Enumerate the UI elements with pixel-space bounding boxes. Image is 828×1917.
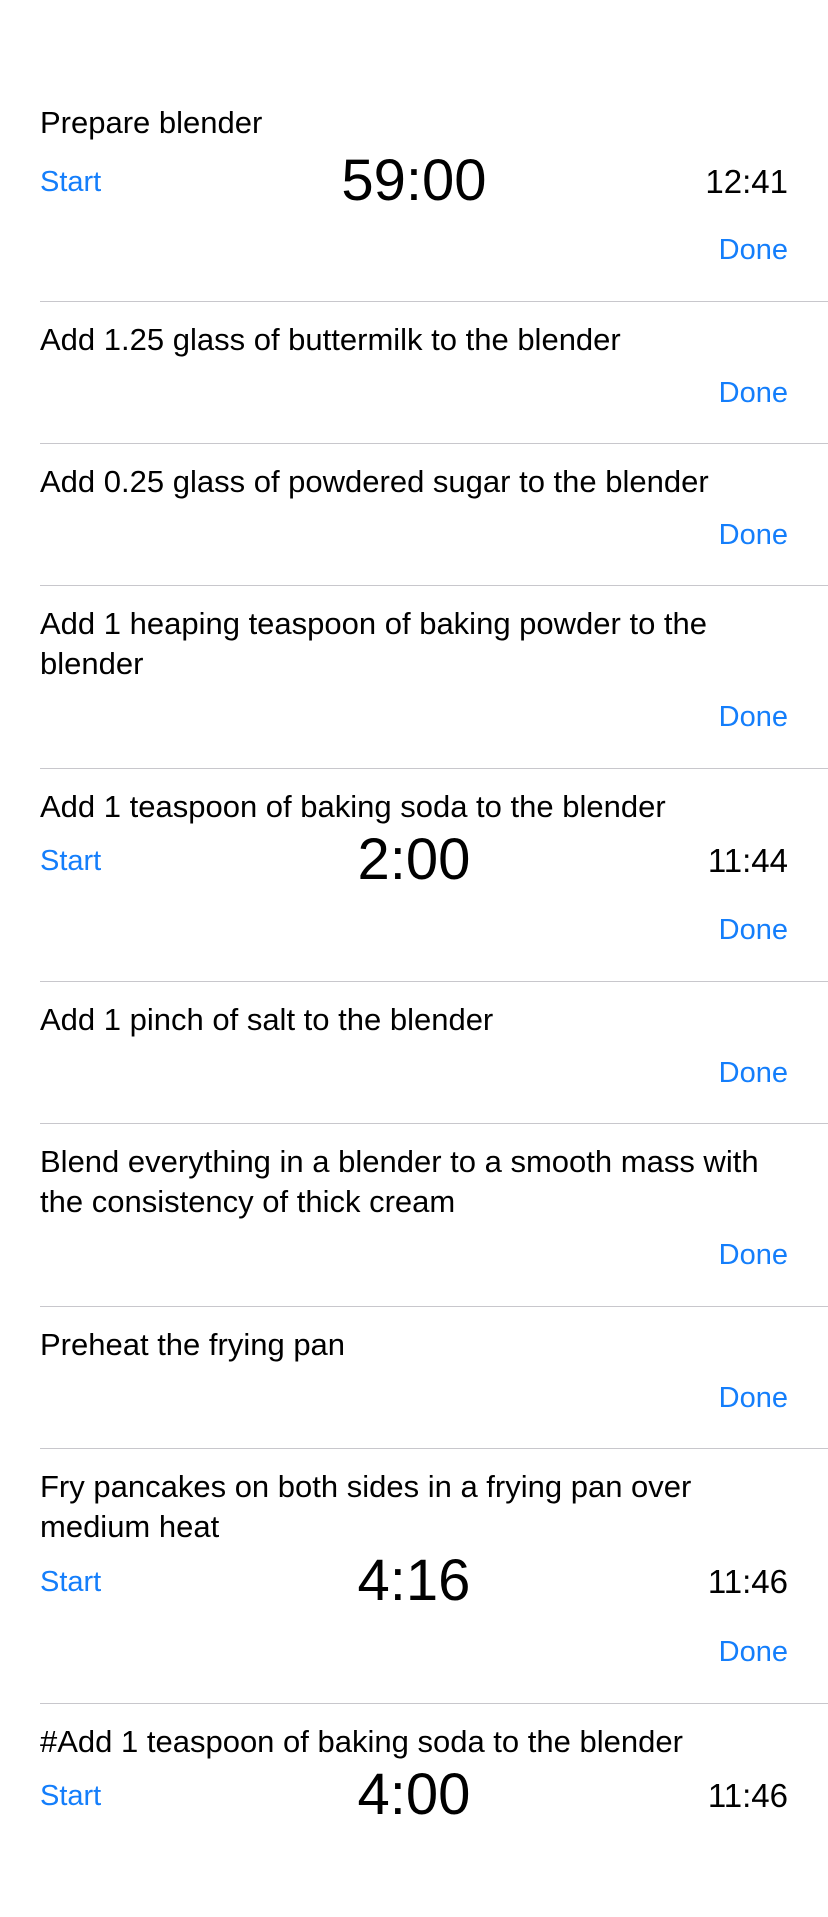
step-item: Add 1.25 glass of buttermilk to the blen… — [40, 302, 828, 444]
timer-value: 4:00 — [357, 1762, 471, 1827]
step-text: Preheat the frying pan — [40, 1327, 346, 1362]
timer-value: 59:00 — [341, 148, 487, 213]
step-item: Preheat the frying pan Done — [40, 1307, 828, 1449]
timer-row: Start 59:00 12:41 — [40, 148, 788, 213]
step-text: Prepare blender — [40, 105, 263, 140]
step-item: Add 1 teaspoon of baking soda to the ble… — [40, 769, 828, 982]
step-text: Add 1 teaspoon of baking soda to the ble… — [40, 789, 666, 824]
done-button[interactable]: Done — [719, 375, 788, 411]
step-text: Add 1 heaping teaspoon of baking powder … — [40, 606, 708, 681]
done-button[interactable]: Done — [719, 912, 788, 948]
start-button[interactable]: Start — [40, 843, 101, 879]
step-item: Add 0.25 glass of powdered sugar to the … — [40, 444, 828, 586]
timer-value: 2:00 — [357, 827, 471, 892]
step-text: Add 0.25 glass of powdered sugar to the … — [40, 464, 709, 499]
end-time: 11:46 — [707, 1777, 788, 1814]
done-button[interactable]: Done — [719, 699, 788, 735]
step-item: Add 1 pinch of salt to the blender Done — [40, 982, 828, 1124]
step-item: Blend everything in a blender to a smoot… — [40, 1124, 828, 1307]
step-item: #Add 1 teaspoon of baking soda to the bl… — [40, 1704, 828, 1917]
step-item: Prepare blender Start 59:00 12:41 Done — [40, 91, 828, 302]
timer-row: Start 2:00 11:44 — [40, 827, 788, 892]
step-text: Add 1 pinch of salt to the blender — [40, 1002, 494, 1037]
timer-value: 4:16 — [357, 1548, 471, 1613]
start-button[interactable]: Start — [40, 1778, 101, 1814]
done-button[interactable]: Done — [719, 232, 788, 268]
steps-list: Prepare blender Start 59:00 12:41 Done A… — [0, 91, 828, 1917]
end-time: 12:41 — [705, 163, 788, 200]
end-time: 11:46 — [707, 1563, 788, 1600]
step-text: Add 1.25 glass of buttermilk to the blen… — [40, 322, 621, 357]
start-button[interactable]: Start — [40, 1564, 101, 1600]
step-item: Add 1 heaping teaspoon of baking powder … — [40, 586, 828, 769]
done-button[interactable]: Done — [719, 1237, 788, 1273]
step-text: Blend everything in a blender to a smoot… — [40, 1144, 759, 1219]
done-button[interactable]: Done — [719, 517, 788, 553]
step-text: Fry pancakes on both sides in a frying p… — [40, 1469, 692, 1544]
timer-row: Start 4:16 11:46 — [40, 1548, 788, 1613]
end-time: 11:44 — [707, 842, 788, 879]
done-button[interactable]: Done — [719, 1380, 788, 1416]
done-button[interactable]: Done — [719, 1634, 788, 1670]
done-button[interactable]: Done — [719, 1055, 788, 1091]
step-item: Fry pancakes on both sides in a frying p… — [40, 1449, 828, 1704]
step-text: #Add 1 teaspoon of baking soda to the bl… — [40, 1724, 683, 1759]
start-button[interactable]: Start — [40, 164, 101, 200]
timer-row: Start 4:00 11:46 — [40, 1762, 788, 1827]
